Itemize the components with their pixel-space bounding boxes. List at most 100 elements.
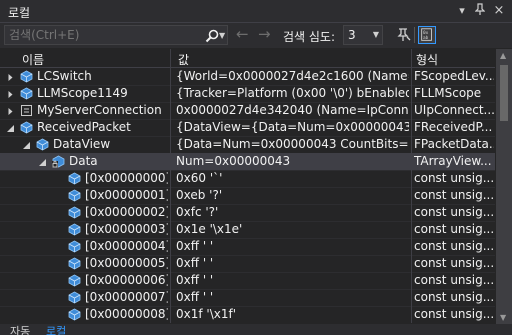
variable-value[interactable]: 0xfc '?' xyxy=(176,205,409,220)
search-options-dropdown-icon[interactable]: ▼ xyxy=(219,31,225,40)
object-icon xyxy=(68,240,81,253)
variable-value[interactable]: 0x1f '\x1f' xyxy=(176,307,409,322)
tree-row[interactable]: LLMScope1149 {Tracker=Platform (0x00 '\0'… xyxy=(0,85,495,103)
tree-row[interactable]: Data Num=0x00000043 TArrayView... xyxy=(0,153,495,171)
tree-row[interactable]: [0x00000005] 0xff ' ' const unsig... xyxy=(0,255,495,273)
search-input[interactable] xyxy=(9,27,199,43)
column-header-value[interactable]: 값 xyxy=(178,51,189,68)
object-icon xyxy=(68,223,81,236)
cell-divider xyxy=(411,204,412,221)
variable-value[interactable]: {DataView={Data=Num=0x00000043 Cou... xyxy=(176,120,409,135)
pin-columns-icon[interactable] xyxy=(395,26,413,44)
window-menu-dropdown-icon[interactable]: ▾ xyxy=(454,3,470,19)
close-icon[interactable]: × xyxy=(491,3,507,19)
variable-name: [0x00000002] xyxy=(85,205,168,219)
vertical-scrollbar[interactable]: ▲ ▼ xyxy=(496,49,512,324)
tree-row[interactable]: [0x00000002] 0xfc '?' const unsig... xyxy=(0,204,495,222)
tool-window-tabs: 자동 로컬 xyxy=(0,324,512,335)
private-field-icon xyxy=(52,155,65,168)
variable-value[interactable]: {Data=Num=0x00000043 CountBits=0x00... xyxy=(176,137,409,152)
tree-row[interactable]: [0x00000007] 0xff ' ' const unsig... xyxy=(0,289,495,307)
variable-type: const unsig... xyxy=(414,290,494,304)
object-icon xyxy=(20,87,33,100)
cell-divider xyxy=(411,85,412,102)
window-title: 로컬 xyxy=(8,6,31,20)
expanded-arrow-icon[interactable] xyxy=(38,156,47,166)
column-header-type[interactable]: 형식 xyxy=(416,51,438,68)
tree-row[interactable]: LCSwitch {World=0x0000027d4e2c1600 (Name=… xyxy=(0,68,495,86)
cell-divider xyxy=(411,272,412,289)
variable-type: const unsig... xyxy=(414,273,494,287)
hexadecimal-display-icon[interactable]: 0x ab xyxy=(418,26,436,44)
collapsed-arrow-icon[interactable] xyxy=(6,71,15,81)
tree-row[interactable]: DataView {Data=Num=0x00000043 CountBits=0… xyxy=(0,136,495,154)
cell-divider xyxy=(411,187,412,204)
object-icon xyxy=(68,291,81,304)
cell-divider xyxy=(170,255,171,272)
cell-divider xyxy=(411,136,412,153)
object-icon xyxy=(20,70,33,83)
expanded-arrow-icon[interactable] xyxy=(6,122,15,132)
cell-divider xyxy=(170,170,171,187)
tab-autos[interactable]: 자동 xyxy=(10,324,30,335)
column-header-name[interactable]: 이름 xyxy=(22,51,44,68)
collapsed-arrow-icon[interactable] xyxy=(6,105,15,115)
variable-value[interactable]: 0x1e '\x1e' xyxy=(176,222,409,237)
expanded-arrow-icon[interactable] xyxy=(22,139,31,149)
variable-value[interactable]: 0xff ' ' xyxy=(176,273,409,288)
variable-name: [0x00000000] xyxy=(85,171,168,185)
tree-row[interactable]: [0x00000006] 0xff ' ' const unsig... xyxy=(0,272,495,290)
search-previous-arrow-icon[interactable]: ← xyxy=(236,26,249,42)
variable-value[interactable]: 0xff ' ' xyxy=(176,239,409,254)
tab-locals[interactable]: 로컬 xyxy=(46,324,66,335)
scroll-up-arrow-icon[interactable]: ▲ xyxy=(500,51,506,60)
variable-value[interactable]: 0xeb '?' xyxy=(176,188,409,203)
variable-name: [0x00000001] xyxy=(85,188,168,202)
cell-divider xyxy=(411,289,412,306)
tree-row[interactable]: [0x00000004] 0xff ' ' const unsig... xyxy=(0,238,495,256)
collapsed-arrow-icon[interactable] xyxy=(6,88,15,98)
variable-name: LLMScope1149 xyxy=(37,86,128,100)
search-box[interactable]: ▼ xyxy=(4,25,228,45)
variable-name: [0x00000005] xyxy=(85,256,168,270)
variable-value[interactable]: 0xff ' ' xyxy=(176,256,409,271)
scrollbar-thumb[interactable] xyxy=(500,65,508,121)
variable-value[interactable]: {World=0x0000027d4e2c1600 (Name=Thir... xyxy=(176,69,409,84)
variable-type: const unsig... xyxy=(414,239,494,253)
tree-row[interactable]: [0x00000003] 0x1e '\x1e' const unsig... xyxy=(0,221,495,239)
variable-type: const unsig... xyxy=(414,256,494,270)
locals-tree: LCSwitch {World=0x0000027d4e2c1600 (Name=… xyxy=(0,68,495,323)
variable-value[interactable]: Num=0x00000043 xyxy=(176,154,409,169)
search-icon[interactable] xyxy=(205,29,219,43)
column-divider[interactable] xyxy=(170,49,171,67)
cell-divider xyxy=(170,102,171,119)
object-icon xyxy=(68,206,81,219)
tree-row[interactable]: [0x00000001] 0xeb '?' const unsig... xyxy=(0,187,495,205)
tree-row[interactable]: MyServerConnection 0x0000027d4e342040 (Na… xyxy=(0,102,495,120)
title-bar: 로컬 ▾ × xyxy=(0,0,512,23)
column-divider[interactable] xyxy=(411,49,412,67)
variable-name: LCSwitch xyxy=(37,69,92,83)
scroll-down-arrow-icon[interactable]: ▼ xyxy=(500,313,506,322)
search-next-arrow-icon[interactable]: → xyxy=(258,26,271,42)
variable-name: MyServerConnection xyxy=(37,103,162,117)
tree-row[interactable]: ReceivedPacket {DataView={Data=Num=0x0000… xyxy=(0,119,495,137)
variable-type: const unsig... xyxy=(414,205,494,219)
object-icon xyxy=(68,257,81,270)
search-depth-value: 3 xyxy=(348,28,356,42)
variable-value[interactable]: 0xff ' ' xyxy=(176,290,409,305)
cell-divider xyxy=(411,221,412,238)
toolbar: ▼ ← → 검색 심도: 3 ▼ 0x ab xyxy=(0,23,512,48)
pin-icon[interactable] xyxy=(472,3,488,19)
variable-value[interactable]: 0x60 '`' xyxy=(176,171,409,186)
tree-row[interactable]: [0x00000008] 0x1f '\x1f' const unsig... xyxy=(0,306,495,323)
cell-divider xyxy=(170,204,171,221)
variable-value[interactable]: {Tracker=Platform (0x00 '\0') bEnabled=f… xyxy=(176,86,409,101)
variable-name: [0x00000007] xyxy=(85,290,168,304)
variable-type: FScopedLev... xyxy=(414,69,494,83)
tree-row[interactable]: [0x00000000] 0x60 '`' const unsig... xyxy=(0,170,495,188)
search-depth-select[interactable]: 3 ▼ xyxy=(343,25,383,45)
cell-divider xyxy=(411,170,412,187)
variable-value[interactable]: 0x0000027d4e342040 (Name=IpConnectio... xyxy=(176,103,409,118)
cell-divider xyxy=(170,85,171,102)
